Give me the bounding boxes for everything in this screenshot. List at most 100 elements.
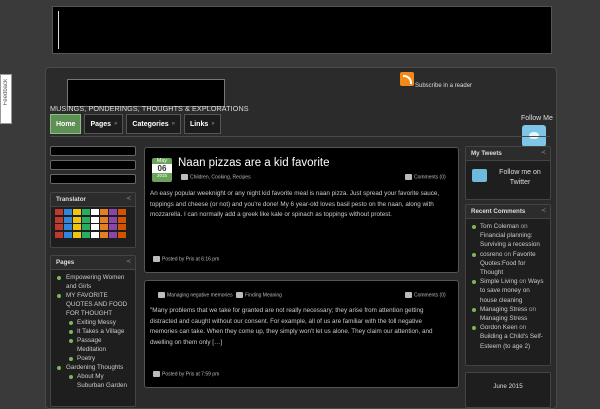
feedback-side-tab[interactable]: Feedback bbox=[0, 74, 12, 124]
flag-icon[interactable] bbox=[100, 224, 108, 230]
flag-icon[interactable] bbox=[91, 209, 99, 215]
flag-icon[interactable] bbox=[118, 224, 126, 230]
flag-icon[interactable] bbox=[64, 216, 72, 223]
flag-icon[interactable] bbox=[55, 231, 63, 238]
page-link[interactable]: Gardening Thoughts bbox=[55, 363, 131, 372]
calendar-widget: June 2015 bbox=[465, 372, 551, 408]
pages-widget: Pages ≺ Empowering Women and Girls MY FAV… bbox=[50, 255, 136, 407]
recent-comment: cosreno on Favorite Quotes:Food for Thou… bbox=[471, 250, 545, 278]
folder-icon bbox=[181, 174, 188, 180]
flag-icon[interactable] bbox=[91, 216, 99, 223]
tweets-widget: My Tweets ≺ Follow me on Twitter bbox=[465, 146, 551, 200]
post-excerpt: "Many problems that we take for granted … bbox=[150, 307, 433, 346]
flag-icon[interactable] bbox=[82, 231, 90, 238]
feedback-side-tab-label: Feedback bbox=[3, 79, 9, 106]
dropdown-arrow-icon: » bbox=[211, 121, 215, 127]
widget-title: Translator ≺ bbox=[51, 193, 135, 207]
header-banner bbox=[52, 6, 552, 54]
page-link[interactable]: Empowering Women and Girls bbox=[55, 273, 131, 291]
page-link[interactable]: About My Suburban Garden bbox=[55, 372, 131, 390]
flag-icon[interactable] bbox=[73, 231, 81, 238]
page-link[interactable]: MY FAVORITE QUOTES AND FOOD FOR THOUGHT bbox=[55, 291, 131, 318]
flag-icon[interactable] bbox=[109, 209, 117, 215]
nav-tab-label: Links bbox=[189, 120, 209, 128]
post-author: Posted by Pris at 7:59 pm bbox=[153, 371, 219, 377]
widget-title: My Tweets ≺ bbox=[466, 147, 550, 161]
author-icon bbox=[153, 371, 160, 377]
post-author: Posted by Pris at 6:16 pm bbox=[153, 256, 219, 262]
recent-comment: Simple Living on Ways to save money on h… bbox=[471, 277, 545, 305]
dropdown-arrow-icon: » bbox=[114, 121, 118, 127]
flag-icon[interactable] bbox=[55, 216, 63, 223]
page-link[interactable]: Exiting Messy bbox=[55, 318, 131, 327]
flag-icon[interactable] bbox=[109, 224, 117, 230]
flag-icon[interactable] bbox=[109, 231, 117, 238]
comment-icon bbox=[405, 174, 412, 180]
author-icon bbox=[153, 256, 160, 262]
flag-icon[interactable] bbox=[55, 209, 63, 215]
post-date-badge: May 06 2015 bbox=[152, 158, 172, 182]
rss-icon[interactable] bbox=[400, 72, 414, 86]
flag-icon[interactable] bbox=[91, 224, 99, 230]
page-link[interactable]: Passage Meditation bbox=[55, 336, 131, 354]
sidebar-search-bar[interactable] bbox=[50, 146, 136, 156]
banner-divider bbox=[58, 11, 59, 49]
flag-icon[interactable] bbox=[82, 209, 90, 215]
twitter-follow-link[interactable]: Follow me on Twitter bbox=[494, 168, 546, 188]
post-comments[interactable]: Comments (0) bbox=[405, 292, 446, 298]
flag-icon[interactable] bbox=[73, 216, 81, 223]
flag-icon[interactable] bbox=[73, 224, 81, 230]
nav-tab-label: Pages bbox=[90, 120, 112, 128]
subscribe-link[interactable]: Subscribe in a reader bbox=[415, 83, 472, 89]
flag-icon[interactable] bbox=[100, 216, 108, 223]
widget-title: Recent Comments ≺ bbox=[466, 205, 550, 219]
calendar-month: June 2015 bbox=[493, 383, 523, 390]
dropdown-arrow-icon: » bbox=[171, 121, 175, 127]
nav-tab-links[interactable]: Links» bbox=[183, 114, 221, 134]
flag-icon[interactable] bbox=[64, 231, 72, 238]
flag-icon[interactable] bbox=[64, 209, 72, 215]
flag-icon[interactable] bbox=[82, 224, 90, 230]
site-logo[interactable] bbox=[67, 79, 225, 107]
flag-icon[interactable] bbox=[118, 231, 126, 238]
main-nav: Home Pages» Categories» Links» bbox=[50, 114, 221, 134]
flag-icon[interactable] bbox=[55, 224, 63, 230]
nav-tab-label: Categories bbox=[132, 120, 169, 128]
nav-tab-categories[interactable]: Categories» bbox=[126, 114, 181, 134]
flag-icon[interactable] bbox=[64, 224, 72, 230]
expand-icon[interactable]: ≺ bbox=[541, 147, 546, 160]
sidebar-bar bbox=[50, 160, 136, 170]
post-date-year: 2015 bbox=[156, 173, 167, 178]
expand-icon[interactable]: ≺ bbox=[541, 205, 546, 218]
page-link[interactable]: It Takes a Village bbox=[55, 327, 131, 336]
nav-tab-home[interactable]: Home bbox=[50, 114, 82, 134]
post-comments[interactable]: Comments (0) bbox=[405, 174, 446, 180]
language-flags[interactable] bbox=[55, 209, 127, 239]
recent-comments-widget: Recent Comments ≺ Tom Coleman on Financia… bbox=[465, 204, 551, 366]
flag-icon[interactable] bbox=[73, 209, 81, 215]
nav-divider bbox=[50, 136, 550, 137]
tag-icon bbox=[158, 292, 165, 298]
post-title[interactable]: Naan pizzas are a kid favorite bbox=[178, 157, 330, 169]
flag-icon[interactable] bbox=[82, 216, 90, 223]
post-category[interactable]: Finding Meaning bbox=[236, 292, 282, 298]
expand-icon[interactable]: ≺ bbox=[126, 256, 131, 269]
twitter-icon[interactable] bbox=[472, 169, 487, 182]
folder-icon bbox=[236, 292, 243, 298]
nav-tab-pages[interactable]: Pages» bbox=[84, 114, 124, 134]
site-tagline: MUSINGS, PONDERINGS, THOUGHTS & EXPLORAT… bbox=[50, 104, 249, 113]
flag-icon[interactable] bbox=[118, 216, 126, 223]
recent-comment: Tom Coleman on Financial planning: Survi… bbox=[471, 222, 545, 250]
recent-comment: Managing Stress on Managing Stress bbox=[471, 305, 545, 323]
post-categories: Children, Cooking, Recipes bbox=[181, 174, 251, 180]
flag-icon[interactable] bbox=[109, 216, 117, 223]
expand-icon[interactable]: ≺ bbox=[126, 193, 131, 206]
page-link[interactable]: Poetry bbox=[55, 354, 131, 363]
flag-icon[interactable] bbox=[118, 209, 126, 215]
flag-icon[interactable] bbox=[100, 209, 108, 215]
flag-icon[interactable] bbox=[100, 231, 108, 238]
post-date-day: 06 bbox=[152, 164, 172, 173]
flag-icon[interactable] bbox=[91, 231, 99, 238]
post-tag[interactable]: Managing negative memories bbox=[158, 292, 233, 298]
post-excerpt: An easy popular weeknight or any night k… bbox=[150, 190, 440, 218]
